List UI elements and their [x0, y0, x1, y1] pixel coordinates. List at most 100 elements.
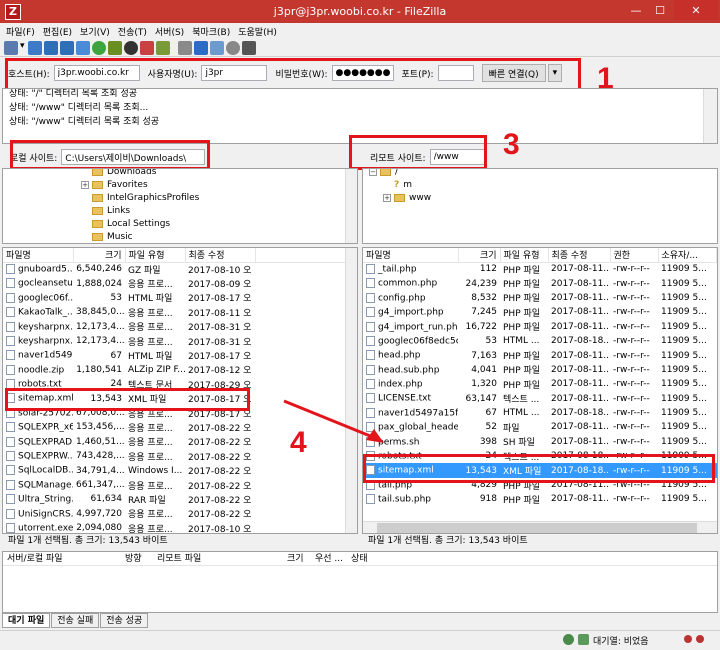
col-permissions[interactable]: 권한 — [610, 248, 659, 263]
tree-expander[interactable] — [81, 233, 89, 241]
menu-edit[interactable]: 편집(E) — [43, 25, 72, 38]
col-owner[interactable]: 소유자/... — [658, 248, 717, 263]
tree-node[interactable]: IntelGraphicsProfiles — [3, 192, 357, 205]
table-row[interactable]: naver1d549... 67 HTML 파일 2017-08-17 오 — [3, 348, 357, 362]
disconnect-icon[interactable] — [140, 40, 154, 55]
dropdown-icon[interactable]: ▾ — [20, 41, 26, 55]
table-row[interactable]: gnuboard5... 6,540,246 GZ 파일 2017-08-10 오 — [3, 262, 357, 276]
file-icon — [366, 307, 375, 318]
queue-col-local[interactable]: 서버/로컬 파일 — [3, 552, 121, 565]
col-filetype[interactable]: 파일 유형 — [500, 248, 549, 263]
log-scrollbar[interactable] — [703, 89, 717, 143]
queue-col-priority[interactable]: 우선 ... — [311, 552, 347, 565]
remote-hscrollbar[interactable] — [363, 521, 717, 533]
table-row[interactable]: LICENSE.txt 63,147 텍스트 ... 2017-08-11... -rw… — [363, 392, 717, 406]
menu-transfer[interactable]: 전송(T) — [118, 25, 147, 38]
queue-col-remote[interactable]: 리모트 파일 — [153, 552, 283, 565]
tree-expander[interactable] — [383, 181, 391, 189]
table-row[interactable]: KakaoTalk_... 38,845,0... 응용 프로... 2017-08-… — [3, 305, 357, 319]
menu-file[interactable]: 파일(F) — [6, 25, 35, 38]
reconnect-icon[interactable] — [156, 40, 170, 55]
queue-col-status[interactable]: 상태 — [347, 552, 407, 565]
toggle-queue-icon[interactable] — [76, 40, 90, 55]
col-filename[interactable]: 파일명 — [363, 248, 459, 263]
toggle-log-icon[interactable] — [28, 40, 42, 55]
tree-node[interactable]: Local Settings — [3, 218, 357, 231]
table-row[interactable]: Ultra_String... 61,634 RAR 파일 2017-08-22 오 — [3, 492, 357, 506]
toggle-remote-tree-icon[interactable] — [60, 40, 74, 55]
search-icon[interactable] — [226, 40, 240, 55]
site-manager-icon[interactable] — [4, 40, 18, 55]
cancel-icon[interactable] — [124, 40, 138, 55]
refresh-icon[interactable] — [92, 40, 106, 55]
tab-failed[interactable]: 전송 실패 — [51, 613, 100, 628]
directory-compare-icon[interactable] — [194, 40, 208, 55]
col-filename[interactable]: 파일명 — [3, 248, 74, 263]
table-cell: -rw-r--r-- — [613, 379, 650, 390]
table-row[interactable]: index.php 1,320 PHP 파일 2017-08-11... -rw-r--… — [363, 377, 717, 391]
tree-expander[interactable] — [81, 207, 89, 215]
table-row[interactable]: head.php 7,163 PHP 파일 2017-08-11... -rw-r--r… — [363, 348, 717, 362]
table-row[interactable]: perms.sh 398 SH 파일 2017-08-11... -rw-r--r-- 1… — [363, 435, 717, 449]
tree-node[interactable]: + Favorites — [3, 179, 357, 192]
tree-expander[interactable]: + — [81, 180, 89, 189]
queue-col-size[interactable]: 크기 — [283, 552, 311, 565]
process-queue-icon[interactable] — [108, 40, 122, 55]
table-row[interactable]: g4_import.php 7,245 PHP 파일 2017-08-11... -rw… — [363, 305, 717, 319]
col-size[interactable]: 크기 — [73, 248, 126, 263]
table-row[interactable]: SQLManage...661,347,...응용 프로... 2017-08-2… — [3, 478, 357, 492]
menu-server[interactable]: 서버(S) — [155, 25, 184, 38]
tree-expander[interactable] — [81, 169, 89, 176]
table-row[interactable]: pax_global_header 52 파일 2017-08-11... -rw-r-… — [363, 420, 717, 434]
col-filetype[interactable]: 파일 유형 — [125, 248, 186, 263]
table-row[interactable]: utorrent.exe 2,094,080 응용 프로... 2017-08-10 … — [3, 521, 357, 533]
toggle-local-tree-icon[interactable] — [44, 40, 58, 55]
table-cell: 11909 5... — [661, 336, 707, 347]
tree-expander[interactable]: − — [369, 169, 377, 176]
table-row[interactable]: _tail.php 112 PHP 파일 2017-08-11... -rw-r--r-… — [363, 262, 717, 276]
menu-help[interactable]: 도움말(H) — [238, 25, 277, 38]
tree-expander[interactable]: + — [383, 193, 391, 202]
tree-node[interactable]: ? m — [363, 179, 717, 192]
col-size[interactable]: 크기 — [458, 248, 501, 263]
hscroll-thumb[interactable] — [377, 523, 697, 533]
table-row[interactable]: UniSignCRS...4,997,720 응용 프로... 2017-08-22… — [3, 507, 357, 521]
table-row[interactable]: g4_import_run.php 16,722 PHP 파일 2017-08-11.… — [363, 320, 717, 334]
table-row[interactable]: naver1d5497a15f6... 67 HTML ... 2017-08-18.… — [363, 406, 717, 420]
tab-successful[interactable]: 전송 성공 — [100, 613, 149, 628]
table-row[interactable]: gocleansetu...1,888,024 응용 프로... 2017-08-0… — [3, 276, 357, 290]
tree-node[interactable]: Music — [3, 231, 357, 243]
tree-node[interactable]: − / — [363, 169, 717, 179]
tree-node[interactable]: Downloads — [3, 169, 357, 179]
table-cell: HTML ... — [503, 336, 540, 347]
col-modified[interactable]: 최종 수정 — [185, 248, 256, 263]
minimize-button[interactable]: — — [624, 0, 648, 20]
tree-expander[interactable] — [81, 194, 89, 202]
tree-node[interactable]: + www — [363, 192, 717, 205]
file-name-text: KakaoTalk_... — [18, 307, 73, 318]
table-row[interactable]: head.sub.php 4,041 PHP 파일 2017-08-11... -rw-… — [363, 363, 717, 377]
binoculars-icon[interactable] — [242, 40, 256, 55]
tab-queued[interactable]: 대기 파일 — [2, 613, 51, 628]
table-row[interactable]: keysharpnx... 12,173,4... 응용 프로... 2017-08-… — [3, 334, 357, 348]
local-list-scrollbar[interactable] — [345, 248, 357, 533]
maximize-button[interactable]: ☐ — [648, 0, 672, 20]
menu-view[interactable]: 보기(V) — [80, 25, 110, 38]
directory-filter-icon[interactable] — [178, 40, 192, 55]
table-row[interactable]: noodle.zip 1,180,541 ALZip ZIP F... 2017-08… — [3, 363, 357, 377]
local-tree-scrollbar[interactable] — [345, 169, 357, 243]
sync-browse-icon[interactable] — [210, 40, 224, 55]
close-button[interactable]: ✕ — [674, 0, 718, 20]
table-row[interactable]: SqlLocalDB....34,791,4...Windows I... 201… — [3, 463, 357, 477]
tree-node[interactable]: Links — [3, 205, 357, 218]
table-row[interactable]: googlec06f... 53 HTML 파일 2017-08-17 오 — [3, 291, 357, 305]
table-row[interactable]: config.php 8,532 PHP 파일 2017-08-11... -rw-r-… — [363, 291, 717, 305]
table-row[interactable]: tail.sub.php 918 PHP 파일 2017-08-11... -rw-r-… — [363, 492, 717, 506]
col-modified[interactable]: 최종 수정 — [548, 248, 611, 263]
table-row[interactable]: common.php 24,239 PHP 파일 2017-08-11... -rw-r… — [363, 276, 717, 290]
table-row[interactable]: googlec06f8edc5c... 53 HTML ... 2017-08-18.… — [363, 334, 717, 348]
queue-col-direction[interactable]: 방향 — [121, 552, 153, 565]
table-row[interactable]: keysharpnx... 12,173,4... 응용 프로... 2017-08-… — [3, 320, 357, 334]
menu-bookmarks[interactable]: 북마크(B) — [192, 25, 230, 38]
tree-expander[interactable] — [81, 220, 89, 228]
